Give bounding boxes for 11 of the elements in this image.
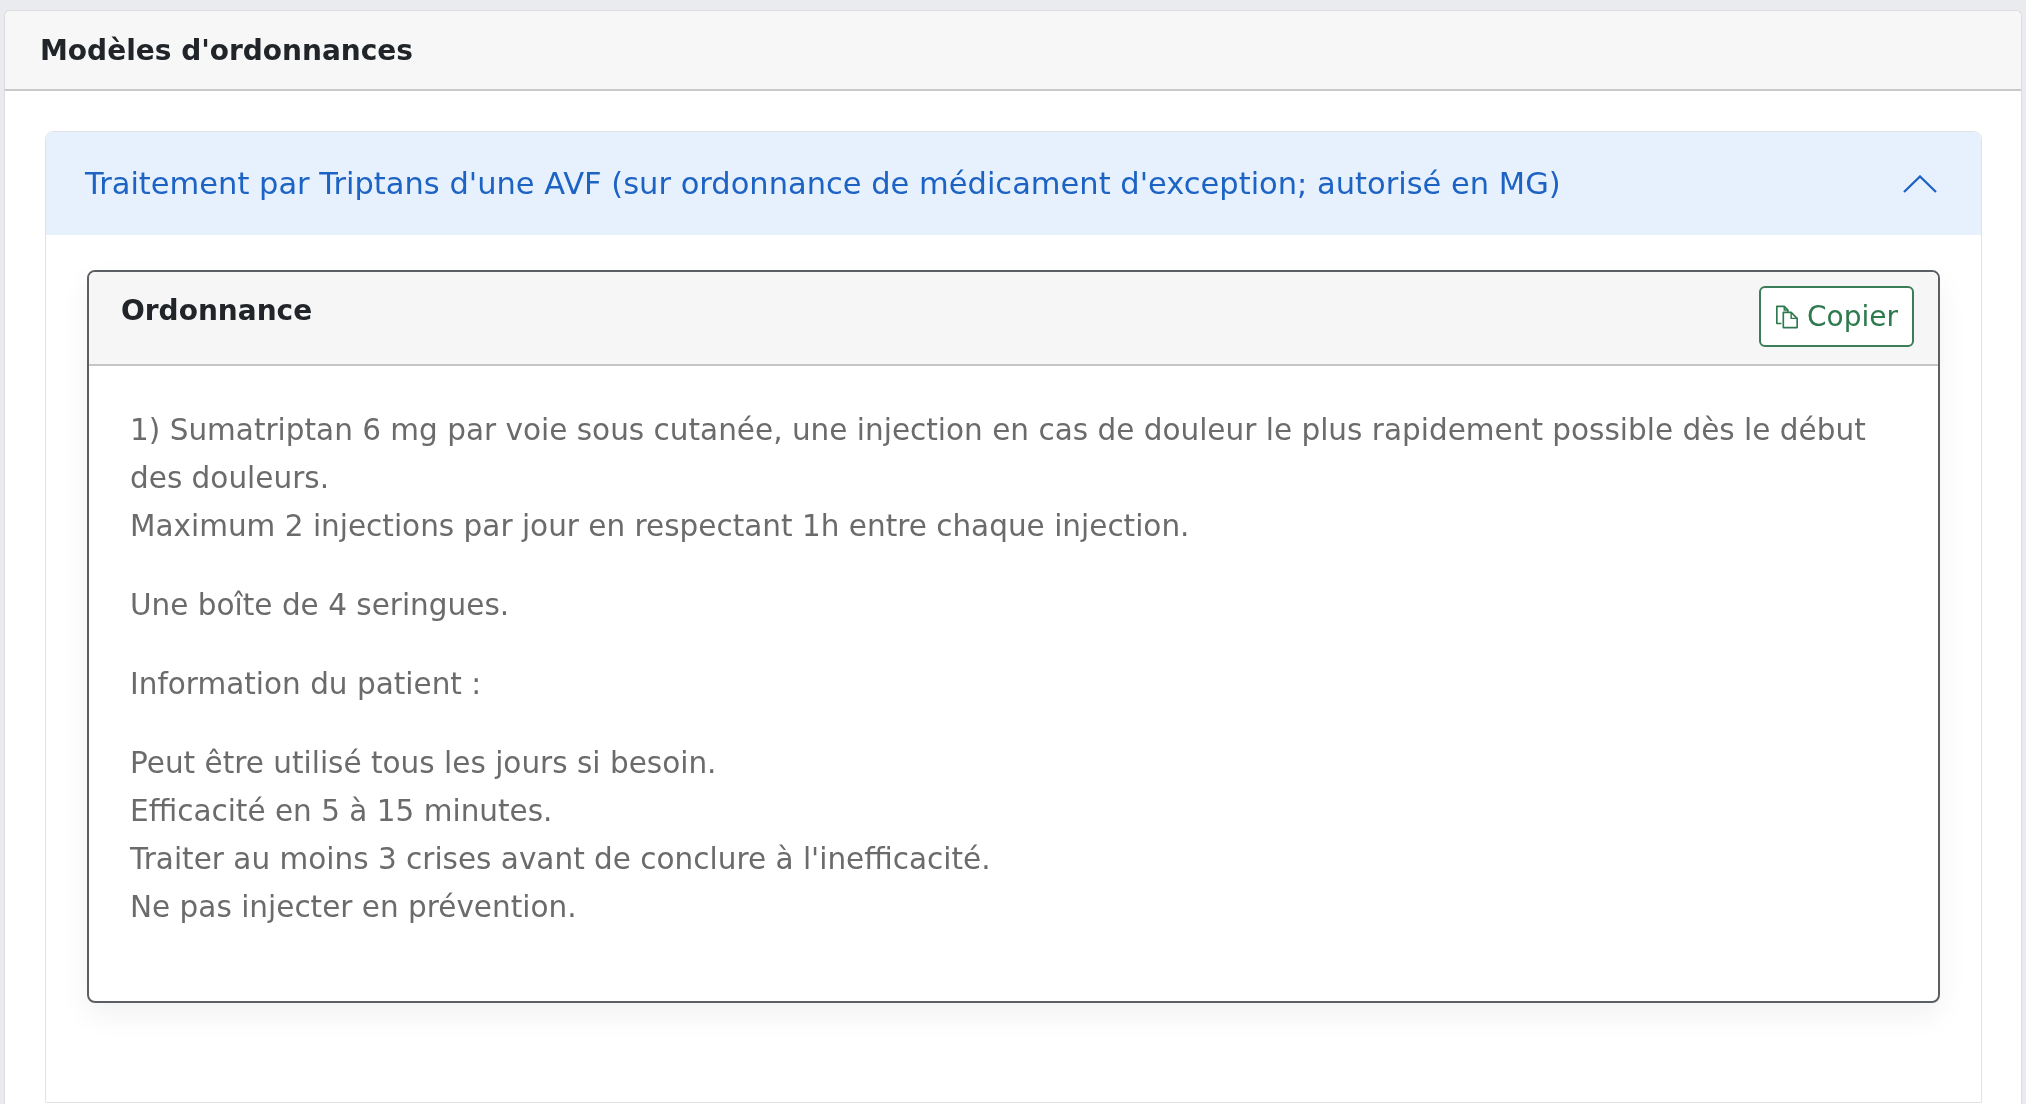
copy-icon <box>1775 304 1799 329</box>
panel-title: Modèles d'ordonnances <box>40 33 414 67</box>
prescription-paragraph: Information du patient : <box>130 666 483 703</box>
chevron-up-icon[interactable] <box>1903 174 1937 193</box>
copy-button[interactable]: Copier <box>1759 286 1914 347</box>
accordion-title[interactable]: Traitement par Triptans d'une AVF (sur ordonnance de médicament d'exception; autorisé en MG) <box>85 166 1561 201</box>
card-title: Ordonnance <box>121 294 313 327</box>
prescription-paragraph: Une boîte de 4 seringues. <box>130 587 511 624</box>
accordion-header[interactable]: Traitement par Triptans d'une AVF (sur ordonnance de médicament d'exception; autorisé en MG) <box>46 132 1981 235</box>
prescription-paragraph: Peut être utilisé tous les jours si besoin. Efficacité en 5 à 15 minutes. Traiter au moins 3 crises avant de conclure à l'inefficacité. Ne pas injecter en prévention. <box>130 745 992 926</box>
prescription-paragraph: 1) Sumatriptan 6 mg par voie sous cutanée, une injection en cas de douleur le plus rapidement possible dès le début des douleurs. Maximum 2 injections par jour en respectant 1h entre chaque injection. <box>130 412 1867 545</box>
